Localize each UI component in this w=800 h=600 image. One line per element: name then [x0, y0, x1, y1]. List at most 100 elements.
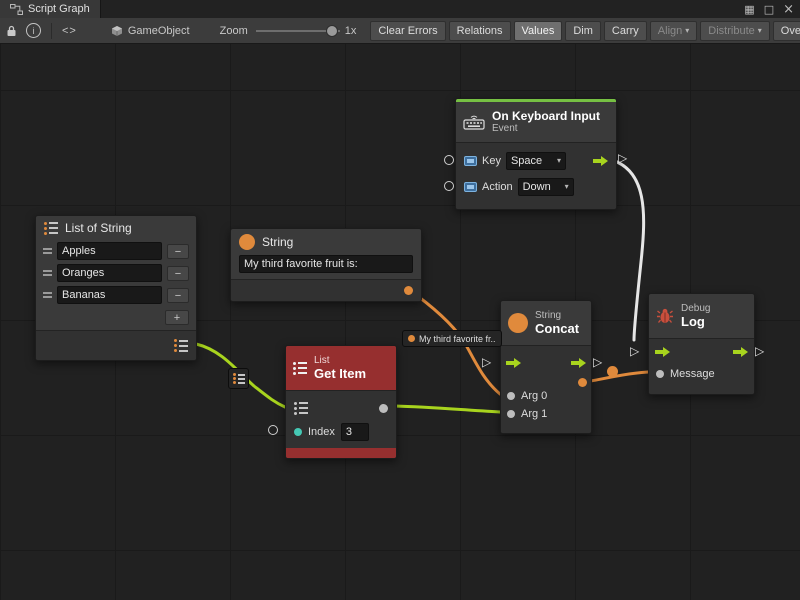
remove-item-button-2[interactable]: − [167, 288, 189, 303]
list-item-row: Bananas − [36, 284, 196, 306]
flow-arrowhead-log-in: ▷ [630, 345, 639, 357]
close-icon[interactable]: × [783, 3, 794, 16]
graph-toolbar: i <> GameObject Zoom 1x Clear Errors Rel… [0, 18, 800, 44]
list-item-row: Oranges − [36, 262, 196, 284]
values-button[interactable]: Values [514, 21, 563, 41]
dim-button[interactable]: Dim [565, 21, 601, 41]
action-input-port[interactable] [444, 181, 454, 191]
node-title: On Keyboard Input [492, 109, 600, 123]
zoom-slider[interactable] [256, 24, 340, 38]
node-list-of-string[interactable]: List of String Apples − Oranges − Banana… [35, 215, 197, 361]
node-get-item[interactable]: List Get Item Index 3 [285, 345, 397, 459]
list-item-input-0[interactable]: Apples [57, 242, 162, 260]
index-input[interactable]: 3 [341, 423, 369, 441]
key-dropdown[interactable]: Space ▾ [506, 152, 566, 170]
drag-handle-icon[interactable] [43, 270, 52, 276]
arg1-row: Arg 1 [501, 406, 591, 422]
node-header: On Keyboard Input Event [456, 102, 616, 142]
flow-stub-concat-out: ▷ [593, 356, 602, 368]
chevron-down-icon: ▾ [557, 157, 561, 165]
exit-port[interactable] [571, 358, 586, 368]
remove-item-button-0[interactable]: − [167, 244, 189, 259]
zoom-value: 1x [345, 25, 357, 37]
flow-stub-log-out: ▷ [755, 345, 764, 357]
action-dropdown[interactable]: Down ▾ [518, 178, 574, 196]
key-input-port[interactable] [444, 155, 454, 165]
drag-handle-icon[interactable] [43, 248, 52, 254]
gameobject-label: GameObject [128, 25, 190, 37]
tab-script-graph[interactable]: Script Graph [0, 0, 101, 18]
list-icon [293, 362, 307, 375]
string-value-preview: My third favorite fr... [419, 334, 496, 344]
info-icon[interactable]: i [26, 23, 41, 38]
tab-bar: Script Graph ▦ □ × [0, 0, 800, 18]
list-item-input-2[interactable]: Bananas [57, 286, 162, 304]
string-output-port[interactable] [404, 286, 413, 295]
arg0-row: Arg 0 [501, 388, 591, 404]
unity-visual-scripting-window: Script Graph ▦ □ × i <> GameObject Zoom [0, 0, 800, 600]
string-type-icon [239, 234, 255, 250]
gameobject-selector[interactable]: GameObject [111, 25, 190, 37]
keyboard-icon [463, 114, 485, 130]
enter-port[interactable] [655, 347, 670, 357]
list-add-row: + [36, 306, 196, 328]
align-button[interactable]: Align▾ [650, 21, 697, 41]
maximize-icon[interactable]: □ [764, 4, 774, 15]
message-input-port[interactable] [656, 370, 664, 378]
index-input-port[interactable] [268, 425, 278, 435]
string-output-row [231, 279, 421, 301]
enter-port[interactable] [506, 358, 521, 368]
node-header: List Get Item [286, 346, 396, 390]
lock-icon[interactable] [6, 25, 17, 37]
zoom-slider-thumb[interactable] [326, 25, 338, 37]
drag-handle-icon[interactable] [43, 292, 52, 298]
list-value-badge [228, 368, 249, 389]
arg0-input-port[interactable] [507, 392, 515, 400]
list-output-port[interactable] [174, 339, 188, 352]
result-output-port[interactable] [578, 378, 587, 387]
port-section: Arg 0 Arg 1 [501, 345, 591, 433]
exit-port[interactable] [733, 347, 748, 357]
list-item-row: Apples − [36, 240, 196, 262]
node-title: Log [681, 315, 710, 329]
arg1-input-port[interactable] [507, 410, 515, 418]
add-item-button[interactable]: + [165, 310, 189, 325]
script-graph-icon [10, 4, 23, 15]
list-item-input-1[interactable]: Oranges [57, 264, 162, 282]
distribute-button[interactable]: Distribute▾ [700, 21, 769, 41]
node-string-literal[interactable]: String My third favorite fruit is: [230, 228, 422, 302]
chevron-down-icon: ▾ [565, 183, 569, 191]
code-icon[interactable]: <> [62, 25, 77, 37]
node-on-keyboard-input[interactable]: On Keyboard Input Event Key Space ▾ [455, 98, 617, 210]
node-log[interactable]: Debug Log Message [648, 293, 755, 395]
error-strip [286, 448, 396, 458]
string-value-badge: My third favorite fr... [402, 330, 502, 347]
remove-item-button-1[interactable]: − [167, 266, 189, 281]
keycode-icon [464, 156, 477, 166]
relations-button[interactable]: Relations [449, 21, 511, 41]
gameobject-icon [111, 25, 123, 37]
overview-button[interactable]: Overview [773, 21, 800, 41]
action-label: Action [482, 181, 513, 193]
node-title: Concat [535, 322, 579, 336]
node-concat[interactable]: String Concat Arg 0 Arg 1 [500, 300, 592, 434]
string-value-input[interactable]: My third favorite fruit is: [239, 255, 413, 273]
node-header: Debug Log [649, 294, 754, 338]
index-row: Index 3 [286, 421, 396, 443]
flow-row [501, 356, 591, 370]
action-row: Action Down ▾ [456, 175, 616, 199]
trigger-output-port[interactable] [593, 156, 608, 166]
layout-grid-icon[interactable]: ▦ [744, 4, 754, 15]
carry-button[interactable]: Carry [604, 21, 647, 41]
port-section: Index 3 [286, 390, 396, 449]
node-title: Get Item [314, 367, 366, 381]
list-output-row [36, 330, 196, 360]
list-input-port[interactable] [294, 402, 308, 415]
node-title: List of String [65, 221, 132, 235]
keycode-icon [464, 182, 477, 192]
flow-stub-concat-in: ▷ [482, 356, 491, 368]
node-header: String [231, 229, 421, 255]
item-output-port[interactable] [379, 404, 388, 413]
clear-errors-button[interactable]: Clear Errors [370, 21, 445, 41]
index-port[interactable] [294, 428, 302, 436]
